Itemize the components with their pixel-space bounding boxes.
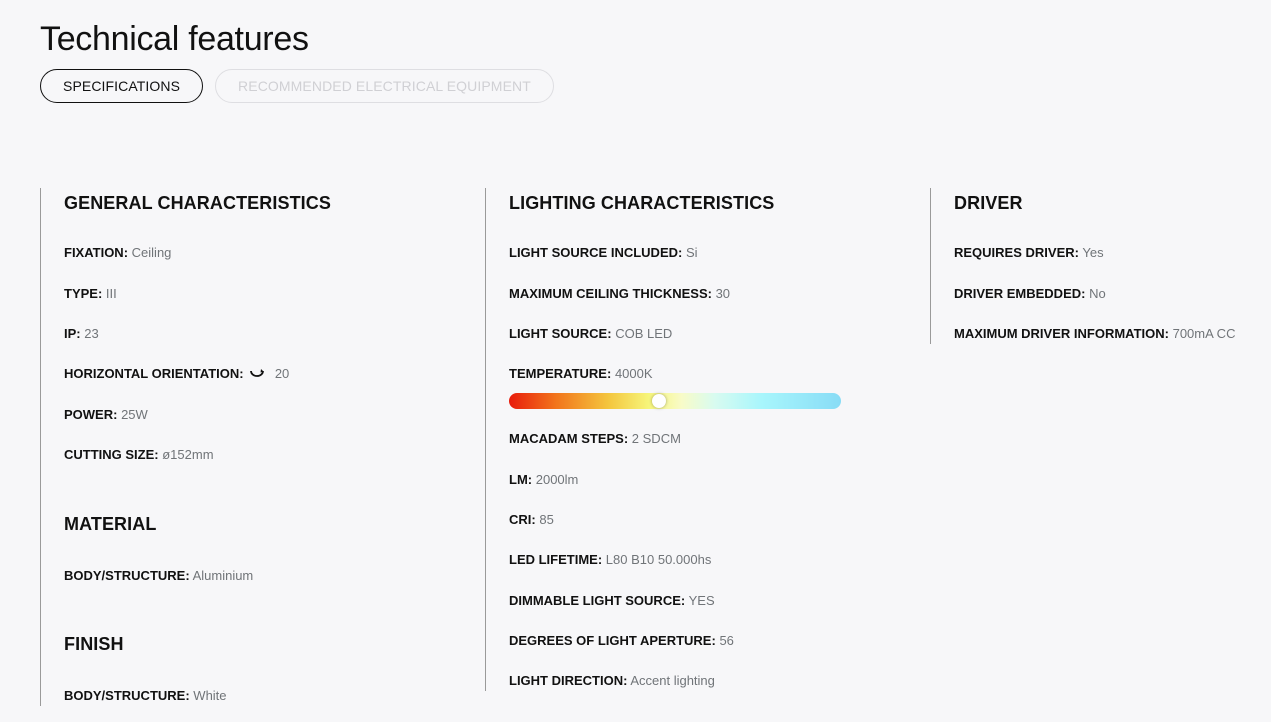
spec-label: MACADAM STEPS: bbox=[509, 431, 629, 446]
spec-label: TYPE: bbox=[64, 286, 103, 301]
spec-macadam-steps: MACADAM STEPS: 2 SDCM bbox=[509, 430, 681, 448]
spec-label: LIGHT DIRECTION: bbox=[509, 673, 628, 688]
spec-label: REQUIRES DRIVER: bbox=[954, 245, 1079, 260]
spec-value: 25W bbox=[121, 407, 148, 422]
spec-value: 2 SDCM bbox=[631, 431, 681, 446]
spec-max-ceiling-thickness: MAXIMUM CEILING THICKNESS: 30 bbox=[509, 285, 730, 303]
spec-value: 30 bbox=[715, 286, 731, 301]
spec-finish-body: BODY/STRUCTURE: White bbox=[64, 687, 227, 705]
spec-label: POWER: bbox=[64, 407, 118, 422]
spec-cri: CRI: 85 bbox=[509, 511, 554, 529]
spec-value: Ceiling bbox=[131, 245, 172, 260]
spec-light-source-included: LIGHT SOURCE INCLUDED: Si bbox=[509, 244, 698, 262]
spec-requires-driver: REQUIRES DRIVER: Yes bbox=[954, 244, 1104, 262]
spec-value: Si bbox=[685, 245, 698, 260]
spec-label: TEMPERATURE: bbox=[509, 366, 612, 381]
spec-label: LIGHT SOURCE: bbox=[509, 326, 612, 341]
spec-cutting-size: CUTTING SIZE: ø152mm bbox=[64, 446, 214, 464]
spec-value: ø152mm bbox=[162, 447, 214, 462]
general-column: GENERAL CHARACTERISTICS FIXATION: Ceilin… bbox=[40, 188, 470, 706]
spec-power: POWER: 25W bbox=[64, 406, 148, 424]
spec-value: 4000K bbox=[614, 366, 653, 381]
spec-value: 85 bbox=[539, 512, 554, 527]
spec-value: Accent lighting bbox=[630, 673, 715, 688]
spec-value: 56 bbox=[719, 633, 734, 648]
spec-label: DRIVER EMBEDDED: bbox=[954, 286, 1086, 301]
spec-light-direction: LIGHT DIRECTION: Accent lighting bbox=[509, 672, 715, 690]
spec-label: LM: bbox=[509, 472, 533, 487]
lighting-characteristics-heading: LIGHTING CHARACTERISTICS bbox=[509, 193, 775, 213]
spec-label: HORIZONTAL ORIENTATION: bbox=[64, 366, 244, 381]
spec-label: BODY/STRUCTURE: bbox=[64, 568, 190, 583]
tab-specifications[interactable]: SPECIFICATIONS bbox=[40, 69, 204, 103]
spec-dimmable-light-source: DIMMABLE LIGHT SOURCE: YES bbox=[509, 592, 715, 610]
spec-value: No bbox=[1089, 286, 1106, 301]
spec-horizontal-orientation: HORIZONTAL ORIENTATION: 20 bbox=[64, 365, 289, 385]
spec-value: 2000lm bbox=[535, 472, 579, 487]
spec-max-driver-information: MAXIMUM DRIVER INFORMATION: 700mA CC bbox=[954, 325, 1235, 343]
spec-temperature: TEMPERATURE: 4000K bbox=[509, 365, 653, 383]
tab-bar: SPECIFICATIONS RECOMMENDED ELECTRICAL EQ… bbox=[40, 69, 554, 103]
tab-recommended-electrical-equipment[interactable]: RECOMMENDED ELECTRICAL EQUIPMENT bbox=[215, 69, 554, 103]
spec-label: CRI: bbox=[509, 512, 536, 527]
spec-value: 700mA CC bbox=[1172, 326, 1236, 341]
lighting-column: LIGHTING CHARACTERISTICS LIGHT SOURCE IN… bbox=[485, 188, 915, 691]
spec-value: 23 bbox=[84, 326, 99, 341]
spec-label: DIMMABLE LIGHT SOURCE: bbox=[509, 593, 686, 608]
spec-label: MAXIMUM DRIVER INFORMATION: bbox=[954, 326, 1169, 341]
spec-material-body: BODY/STRUCTURE: Aluminium bbox=[64, 567, 253, 585]
spec-label: FIXATION: bbox=[64, 245, 129, 260]
page-title: Technical features bbox=[40, 20, 309, 58]
color-temperature-marker bbox=[652, 394, 666, 408]
spec-label: LED LIFETIME: bbox=[509, 552, 603, 567]
spec-label: CUTTING SIZE: bbox=[64, 447, 159, 462]
spec-lm: LM: 2000lm bbox=[509, 471, 578, 489]
driver-heading: DRIVER bbox=[954, 193, 1023, 213]
spec-label: BODY/STRUCTURE: bbox=[64, 688, 190, 703]
spec-value: Yes bbox=[1082, 245, 1104, 260]
spec-value: L80 B10 50.000hs bbox=[605, 552, 712, 567]
spec-ip: IP: 23 bbox=[64, 325, 99, 343]
rotate-icon bbox=[249, 367, 265, 385]
spec-led-lifetime: LED LIFETIME: L80 B10 50.000hs bbox=[509, 551, 711, 569]
driver-column: DRIVER REQUIRES DRIVER: Yes DRIVER EMBED… bbox=[930, 188, 1260, 344]
spec-label: DEGREES OF LIGHT APERTURE: bbox=[509, 633, 716, 648]
spec-value: 20 bbox=[274, 366, 290, 381]
general-characteristics-heading: GENERAL CHARACTERISTICS bbox=[64, 193, 331, 213]
spec-value: White bbox=[193, 688, 227, 703]
color-temperature-scale bbox=[509, 393, 841, 409]
spec-light-aperture: DEGREES OF LIGHT APERTURE: 56 bbox=[509, 632, 734, 650]
spec-label: IP: bbox=[64, 326, 81, 341]
finish-heading: FINISH bbox=[64, 634, 124, 654]
material-heading: MATERIAL bbox=[64, 514, 157, 534]
spec-label: MAXIMUM CEILING THICKNESS: bbox=[509, 286, 712, 301]
spec-label: LIGHT SOURCE INCLUDED: bbox=[509, 245, 683, 260]
spec-type: TYPE: III bbox=[64, 285, 117, 303]
spec-fixation: FIXATION: Ceiling bbox=[64, 244, 171, 262]
spec-value: III bbox=[105, 286, 117, 301]
spec-value: YES bbox=[688, 593, 715, 608]
spec-light-source: LIGHT SOURCE: COB LED bbox=[509, 325, 672, 343]
spec-value: Aluminium bbox=[192, 568, 254, 583]
spec-value: COB LED bbox=[615, 326, 673, 341]
spec-driver-embedded: DRIVER EMBEDDED: No bbox=[954, 285, 1106, 303]
